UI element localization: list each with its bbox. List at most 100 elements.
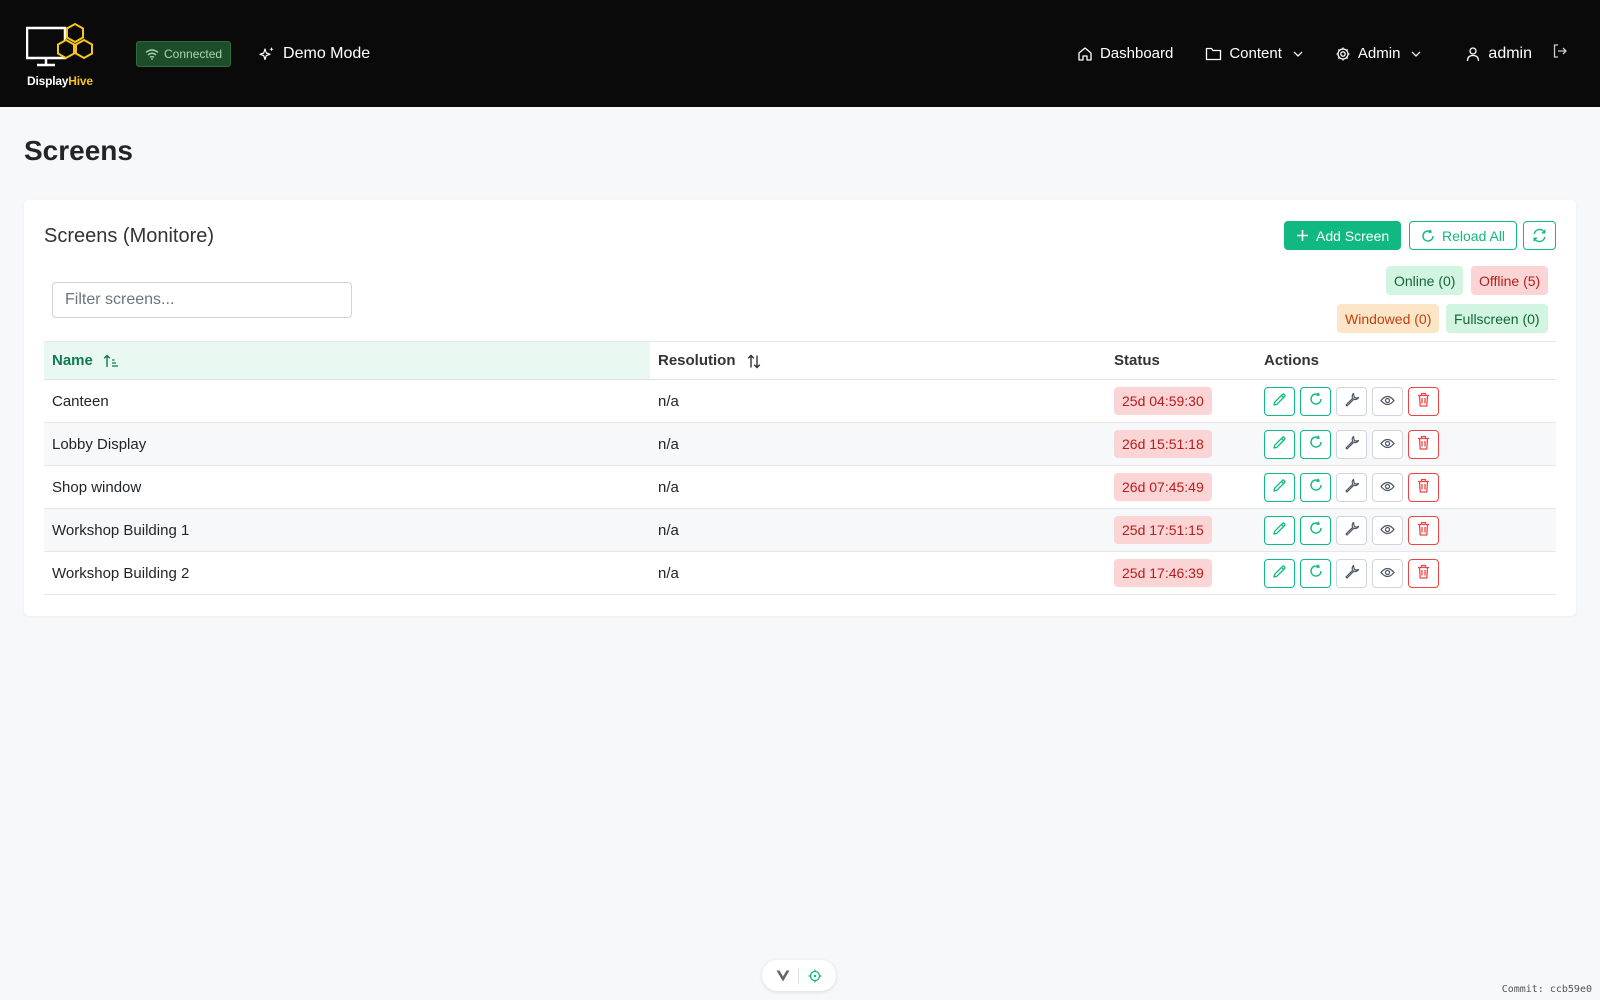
screen-status-cell: 25d 17:46:39 bbox=[1106, 551, 1256, 595]
offline-count-badge[interactable]: Offline (5) bbox=[1471, 266, 1549, 295]
dev-toolbar bbox=[762, 960, 836, 991]
screen-status-cell: 26d 07:45:49 bbox=[1106, 465, 1256, 509]
reload-icon bbox=[1422, 229, 1434, 242]
refresh-list-button[interactable] bbox=[1523, 221, 1556, 250]
screen-actions-cell bbox=[1256, 551, 1556, 595]
edit-screen-button[interactable] bbox=[1264, 515, 1295, 545]
logo-text: DisplayHive bbox=[27, 73, 93, 88]
chevron-down-icon bbox=[1411, 51, 1421, 57]
screen-status-cell: 25d 17:51:15 bbox=[1106, 508, 1256, 552]
sort-icon bbox=[747, 354, 760, 369]
delete-screen-button[interactable] bbox=[1408, 515, 1439, 545]
row-actions bbox=[1264, 558, 1548, 588]
nav-admin-dropdown[interactable]: Admin bbox=[1319, 45, 1438, 62]
trash-icon bbox=[1417, 478, 1430, 497]
table-row: Workshop Building 2 n/a 25d 17:46:39 bbox=[44, 551, 1556, 595]
sparkle-icon bbox=[259, 46, 274, 60]
delete-screen-button[interactable] bbox=[1408, 386, 1439, 416]
nav-dashboard[interactable]: Dashboard bbox=[1061, 45, 1189, 62]
edit-screen-button[interactable] bbox=[1264, 472, 1295, 502]
trash-icon bbox=[1417, 521, 1430, 540]
demo-mode-label: Demo Mode bbox=[283, 44, 371, 62]
preview-screen-button[interactable] bbox=[1372, 429, 1403, 459]
preview-screen-button[interactable] bbox=[1372, 472, 1403, 502]
table-header-row: Name Resolution Status Actions bbox=[44, 341, 1556, 380]
reload-all-button[interactable]: Reload All bbox=[1409, 221, 1518, 250]
screen-settings-button[interactable] bbox=[1336, 515, 1367, 545]
screen-name-cell[interactable]: Lobby Display bbox=[44, 422, 650, 466]
filter-screens-input[interactable] bbox=[52, 282, 352, 318]
vue-devtools-icon[interactable] bbox=[776, 970, 790, 982]
screen-settings-button[interactable] bbox=[1336, 429, 1367, 459]
logout-icon bbox=[1553, 44, 1567, 58]
chevron-down-icon bbox=[1293, 51, 1303, 57]
column-header-actions: Actions bbox=[1256, 341, 1556, 380]
connection-status-badge: Connected bbox=[136, 40, 232, 67]
wrench-icon bbox=[1344, 392, 1360, 411]
inspect-target-icon[interactable] bbox=[808, 969, 822, 983]
status-badge: 25d 17:46:39 bbox=[1114, 559, 1212, 587]
logout-button[interactable] bbox=[1548, 43, 1574, 64]
column-header-name[interactable]: Name bbox=[44, 341, 650, 380]
eye-icon bbox=[1380, 522, 1395, 539]
windowed-count-badge[interactable]: Windowed (0) bbox=[1337, 304, 1440, 333]
gear-icon bbox=[1336, 47, 1350, 60]
add-screen-button[interactable]: Add Screen bbox=[1284, 221, 1402, 250]
displayhive-logo[interactable]: DisplayHive bbox=[25, 22, 102, 88]
connection-status-label: Connected bbox=[164, 46, 223, 61]
wifi-icon bbox=[145, 48, 159, 60]
pencil-icon bbox=[1272, 521, 1287, 540]
table-body: Canteen n/a 25d 04:59:30 Lobby Display n… bbox=[44, 379, 1556, 595]
screen-settings-button[interactable] bbox=[1336, 558, 1367, 588]
pencil-icon bbox=[1272, 564, 1287, 583]
reload-screen-button[interactable] bbox=[1300, 472, 1331, 502]
fullscreen-count-badge[interactable]: Fullscreen (0) bbox=[1446, 304, 1548, 333]
preview-screen-button[interactable] bbox=[1372, 386, 1403, 416]
preview-screen-button[interactable] bbox=[1372, 515, 1403, 545]
edit-screen-button[interactable] bbox=[1264, 429, 1295, 459]
edit-screen-button[interactable] bbox=[1264, 386, 1295, 416]
screen-resolution-cell: n/a bbox=[650, 422, 1106, 466]
screen-resolution-cell: n/a bbox=[650, 379, 1106, 423]
screen-resolution-cell: n/a bbox=[650, 508, 1106, 552]
eye-icon bbox=[1380, 479, 1395, 496]
screen-name-cell[interactable]: Shop window bbox=[44, 465, 650, 509]
page-title: Screens bbox=[24, 135, 133, 166]
status-badge: 26d 07:45:49 bbox=[1114, 473, 1212, 501]
reload-screen-button[interactable] bbox=[1300, 386, 1331, 416]
column-header-resolution[interactable]: Resolution bbox=[650, 341, 1106, 380]
nav-dashboard-label: Dashboard bbox=[1099, 45, 1174, 62]
row-actions bbox=[1264, 472, 1548, 502]
status-badge: 26d 15:51:18 bbox=[1114, 430, 1212, 458]
screens-table: Name Resolution Status Actions Canteen n… bbox=[44, 341, 1556, 595]
preview-screen-button[interactable] bbox=[1372, 558, 1403, 588]
screen-settings-button[interactable] bbox=[1336, 472, 1367, 502]
wrench-icon bbox=[1344, 435, 1360, 454]
edit-screen-button[interactable] bbox=[1264, 558, 1295, 588]
screen-status-cell: 25d 04:59:30 bbox=[1106, 379, 1256, 423]
toolbar-divider bbox=[798, 968, 800, 983]
nav-user-profile[interactable]: admin bbox=[1449, 45, 1548, 63]
screen-name-cell[interactable]: Workshop Building 2 bbox=[44, 551, 650, 595]
online-count-badge[interactable]: Online (0) bbox=[1386, 266, 1464, 295]
reload-screen-button[interactable] bbox=[1300, 558, 1331, 588]
folder-icon bbox=[1206, 47, 1222, 61]
delete-screen-button[interactable] bbox=[1408, 429, 1439, 459]
delete-screen-button[interactable] bbox=[1408, 558, 1439, 588]
reload-screen-button[interactable] bbox=[1300, 429, 1331, 459]
delete-screen-button[interactable] bbox=[1408, 472, 1439, 502]
nav-content-dropdown[interactable]: Content bbox=[1189, 45, 1319, 62]
row-actions bbox=[1264, 515, 1548, 545]
reload-icon bbox=[1309, 435, 1323, 453]
column-header-name-label: Name bbox=[52, 352, 93, 369]
screen-actions-cell bbox=[1256, 422, 1556, 466]
reload-icon bbox=[1309, 392, 1323, 410]
reload-screen-button[interactable] bbox=[1300, 515, 1331, 545]
screen-name-cell[interactable]: Canteen bbox=[44, 379, 650, 423]
plus-icon bbox=[1297, 230, 1308, 241]
pencil-icon bbox=[1272, 478, 1287, 497]
wrench-icon bbox=[1344, 478, 1360, 497]
table-row: Lobby Display n/a 26d 15:51:18 bbox=[44, 422, 1556, 466]
screen-name-cell[interactable]: Workshop Building 1 bbox=[44, 508, 650, 552]
screen-settings-button[interactable] bbox=[1336, 386, 1367, 416]
